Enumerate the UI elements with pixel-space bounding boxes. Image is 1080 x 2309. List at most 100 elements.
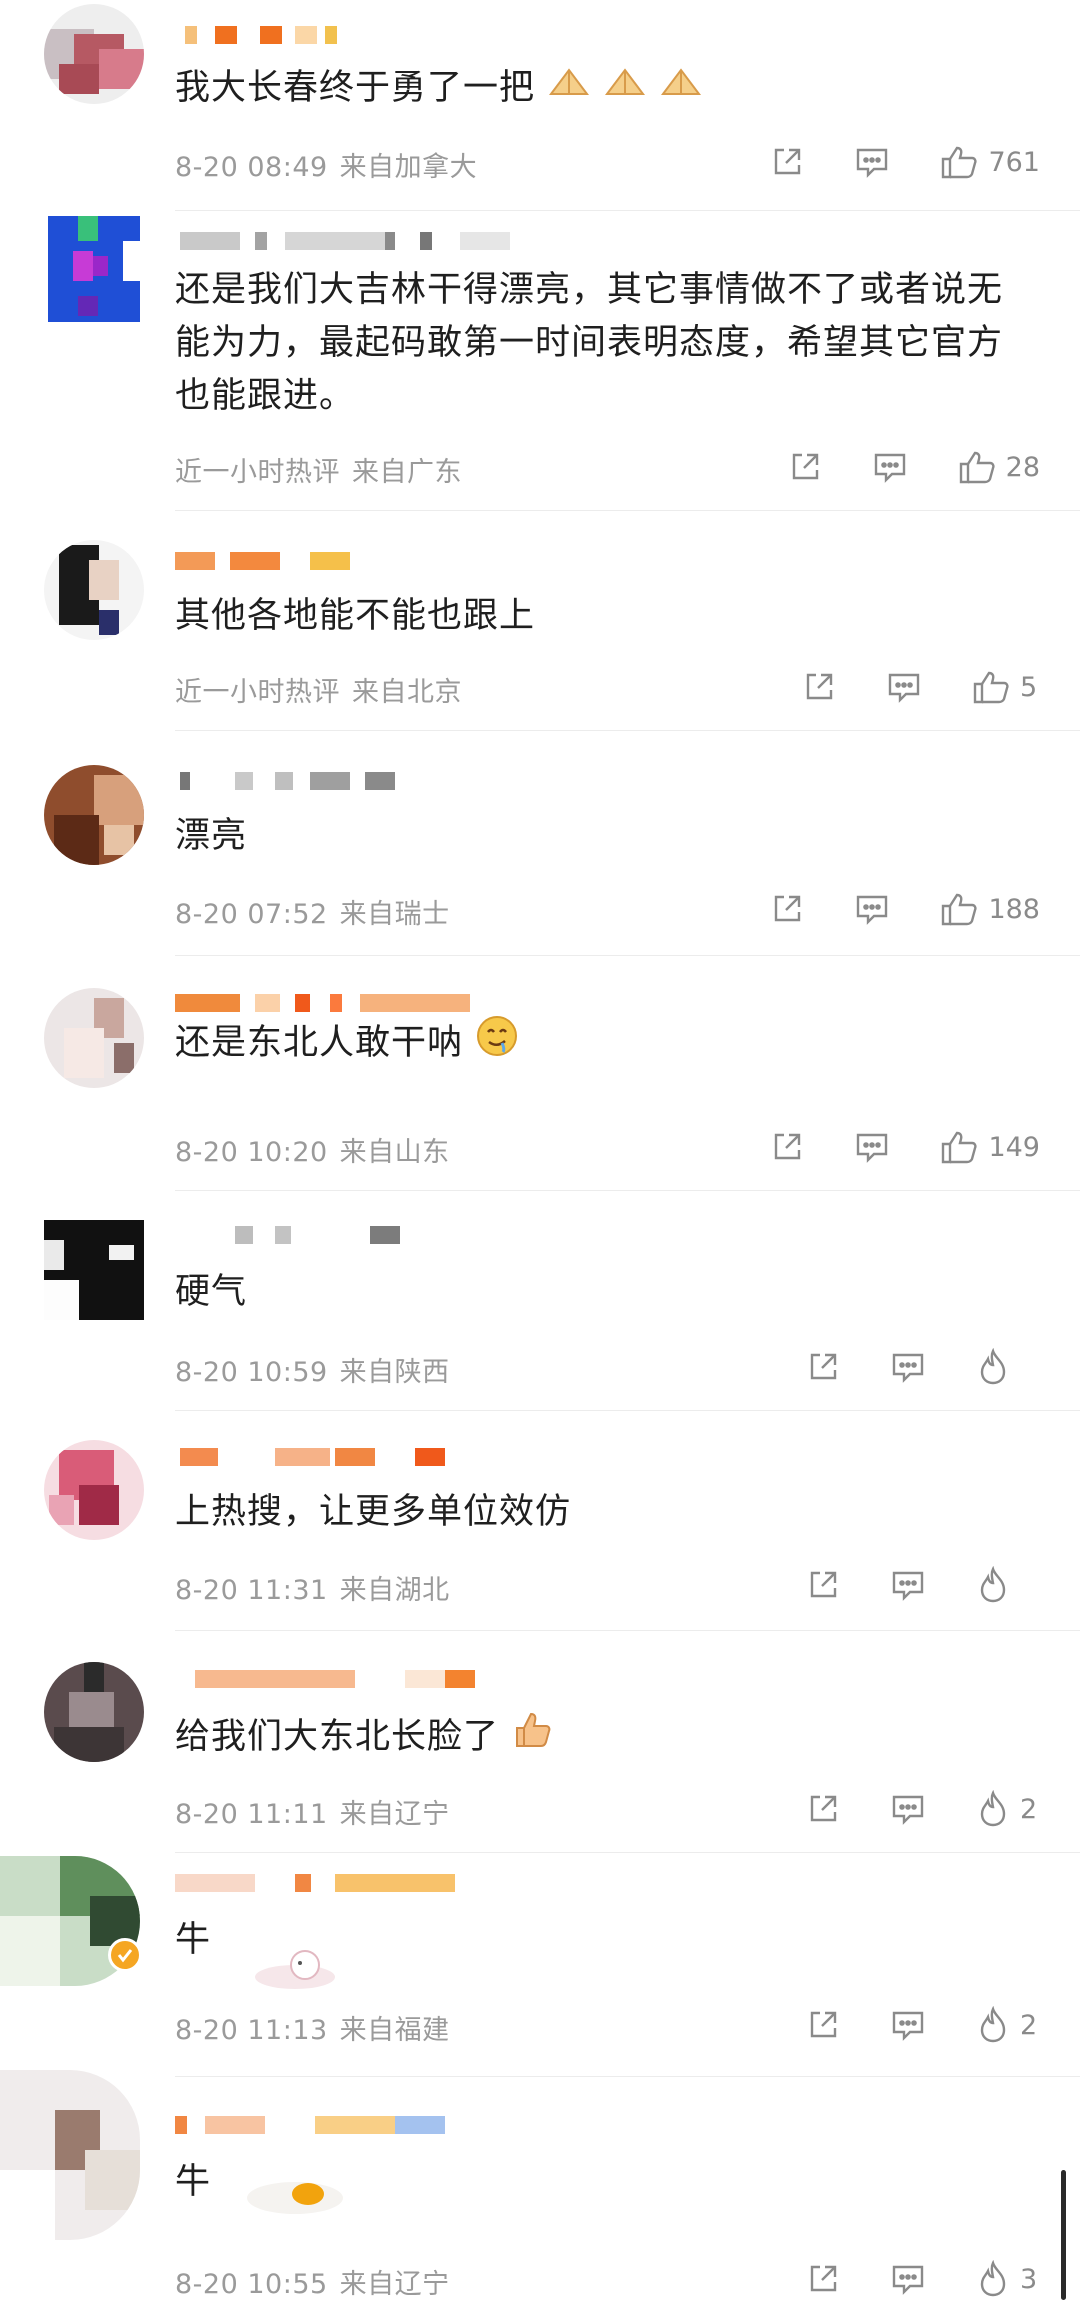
comment-meta: 8-20 10:59 来自陕西 [175, 1350, 450, 1389]
share-button[interactable] [770, 892, 804, 926]
avatar[interactable] [44, 1662, 144, 1762]
avatar[interactable] [44, 4, 144, 104]
thumbs-up-emoji [511, 1708, 555, 1768]
fire-count: 3 [1020, 2263, 1038, 2295]
comment-time: 8-20 10:55 [175, 2269, 328, 2300]
like-count: 5 [1020, 671, 1038, 703]
comment-text: 还是东北人敢干呐 [175, 1014, 1040, 1074]
username[interactable] [175, 1666, 535, 1692]
comment-actions: 3 [756, 2259, 1040, 2299]
scrollbar[interactable] [1061, 2170, 1066, 2300]
share-icon [792, 453, 818, 480]
share-button[interactable] [806, 2008, 840, 2042]
fire-button[interactable] [976, 1566, 1040, 1604]
comment-text: 硬气 [175, 1272, 248, 1312]
comment-time: 8-20 07:52 [175, 899, 328, 930]
divider [175, 1852, 1080, 1853]
share-button[interactable] [806, 1568, 840, 1602]
reply-button[interactable] [854, 892, 890, 926]
share-button[interactable] [802, 670, 836, 704]
thumbs-up-icon [942, 1131, 978, 1164]
comment-location: 来自湖北 [339, 1575, 450, 1606]
reply-button[interactable] [886, 670, 922, 704]
comment-time: 8-20 10:20 [175, 1137, 328, 1168]
username[interactable] [175, 228, 535, 254]
comment-text: 漂亮 [175, 816, 248, 856]
comment-time: 8-20 10:59 [175, 1357, 328, 1388]
share-button[interactable] [770, 145, 804, 179]
avatar[interactable] [48, 216, 140, 322]
comment-location: 来自辽宁 [339, 2269, 450, 2300]
avatar[interactable] [44, 540, 144, 640]
comment-meta: 8-20 11:11 来自辽宁 [175, 1792, 450, 1831]
comment-meta: 8-20 11:31 来自湖北 [175, 1568, 450, 1607]
username[interactable] [175, 2112, 535, 2138]
thumbs-up-icon [942, 146, 978, 179]
comment-icon [892, 1795, 924, 1825]
share-button[interactable] [770, 1130, 804, 1164]
comment-meta: 8-20 08:49 来自加拿大 [175, 145, 477, 184]
fire-icon [980, 1348, 1006, 1385]
divider [175, 1190, 1080, 1191]
reply-button[interactable] [854, 145, 890, 179]
fire-button[interactable] [976, 1348, 1040, 1386]
comment-icon [857, 148, 888, 178]
folded-hands-emoji [659, 63, 703, 116]
reply-button[interactable] [854, 1130, 890, 1164]
fire-icon [980, 2006, 1006, 2043]
username[interactable] [175, 22, 535, 48]
share-button[interactable] [788, 450, 822, 484]
fire-button[interactable]: 2 [976, 1790, 1040, 1828]
divider [175, 510, 1080, 511]
comment-icon [892, 2011, 924, 2041]
avatar[interactable] [44, 1220, 144, 1320]
like-count: 761 [988, 146, 1040, 178]
avatar[interactable] [44, 1440, 144, 1540]
comment-actions: 5 [752, 667, 1040, 707]
share-button[interactable] [806, 1350, 840, 1384]
username[interactable] [175, 548, 535, 574]
username[interactable] [175, 1870, 535, 1896]
comment-actions: 28 [738, 447, 1040, 487]
divider [175, 730, 1080, 731]
reply-button[interactable] [872, 450, 908, 484]
username[interactable] [175, 990, 475, 1016]
verified-badge-icon [108, 1938, 142, 1972]
share-icon [810, 1571, 837, 1598]
avatar[interactable] [44, 988, 144, 1088]
share-icon [806, 673, 833, 700]
reply-button[interactable] [890, 2262, 926, 2296]
username[interactable] [175, 768, 535, 794]
share-icon [810, 1353, 837, 1380]
comment-icon [874, 453, 905, 483]
like-button[interactable]: 5 [972, 669, 1040, 705]
reply-button[interactable] [890, 1792, 926, 1826]
comment-location: 来自加拿大 [339, 152, 478, 183]
reply-button[interactable] [890, 1350, 926, 1384]
divider [175, 1630, 1080, 1631]
reply-button[interactable] [890, 2008, 926, 2042]
username[interactable] [175, 1444, 535, 1470]
like-button[interactable]: 188 [940, 891, 1040, 927]
like-button[interactable]: 761 [940, 144, 1040, 180]
comment-time: 近一小时热评 [175, 457, 340, 488]
fire-button[interactable]: 3 [976, 2260, 1040, 2298]
like-button[interactable]: 149 [940, 1129, 1040, 1165]
avatar[interactable] [44, 765, 144, 865]
comment-icon [892, 1353, 924, 1383]
fire-icon [980, 2260, 1006, 2297]
reply-button[interactable] [890, 1568, 926, 1602]
comment-meta: 8-20 10:55 来自辽宁 [175, 2262, 450, 2301]
fire-button[interactable]: 2 [976, 2006, 1040, 2044]
comment-location: 来自福建 [339, 2015, 450, 2046]
share-button[interactable] [806, 1792, 840, 1826]
like-button[interactable]: 28 [958, 449, 1040, 485]
username[interactable] [175, 1222, 535, 1248]
comment-time: 近一小时热评 [175, 677, 340, 708]
avatar[interactable] [0, 2070, 140, 2240]
share-button[interactable] [806, 2262, 840, 2296]
comment-location: 来自辽宁 [339, 1799, 450, 1830]
comment-location: 来自北京 [352, 677, 462, 708]
comment-icon [892, 2265, 924, 2295]
comment-actions [756, 1347, 1040, 1387]
